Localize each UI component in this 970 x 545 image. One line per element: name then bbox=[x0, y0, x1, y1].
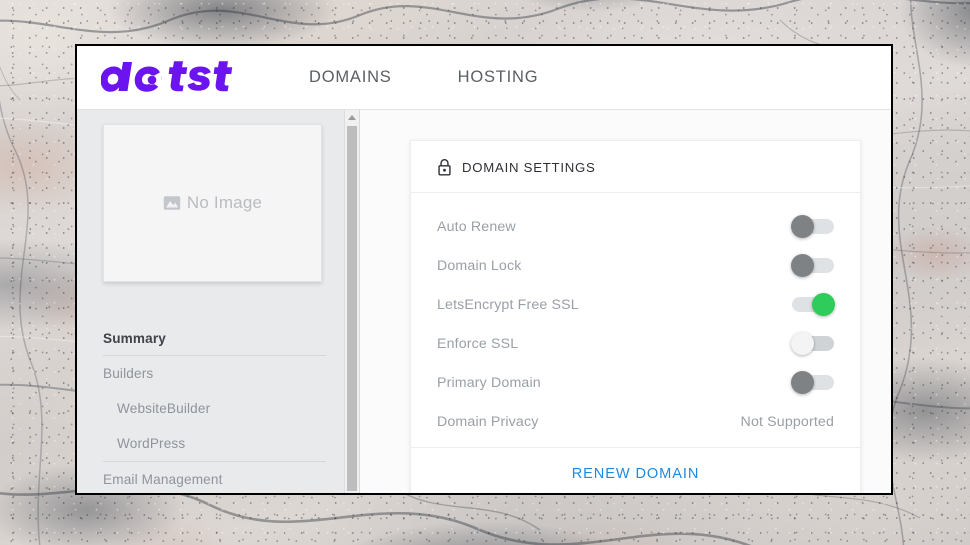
toggle-knob bbox=[791, 214, 814, 238]
main-navigation: DOMAINS HOSTING bbox=[309, 68, 604, 87]
sidebar-item-summary[interactable]: Summary bbox=[103, 329, 326, 355]
setting-row-auto-renew: Auto Renew bbox=[437, 207, 834, 246]
setting-label: LetsEncrypt Free SSL bbox=[437, 296, 579, 313]
toggle-enforce-ssl[interactable] bbox=[791, 331, 834, 355]
chevron-up-icon bbox=[348, 114, 356, 120]
setting-row-domain-privacy: Domain Privacy Not Supported bbox=[437, 402, 834, 441]
toggle-knob bbox=[791, 331, 814, 355]
browser-window: DOMAINS HOSTING No Image Summary Builder… bbox=[75, 44, 893, 495]
nav-hosting[interactable]: HOSTING bbox=[458, 68, 539, 87]
setting-row-domain-lock: Domain Lock bbox=[437, 246, 834, 285]
dotster-wordmark-icon bbox=[101, 60, 233, 92]
setting-label: Auto Renew bbox=[437, 218, 516, 235]
sidebar-menu: Summary Builders WebsiteBuilder WordPres… bbox=[103, 329, 326, 493]
setting-label: Domain Lock bbox=[437, 257, 522, 274]
sidebar-item-builders[interactable]: Builders bbox=[103, 356, 326, 391]
lock-icon bbox=[438, 158, 451, 176]
sidebar-content: No Image Summary Builders WebsiteBuilder… bbox=[77, 110, 344, 493]
dotster-logo[interactable] bbox=[101, 60, 251, 95]
toggle-domain-lock[interactable] bbox=[791, 253, 834, 277]
site-thumbnail-placeholder: No Image bbox=[103, 124, 322, 282]
site-header: DOMAINS HOSTING bbox=[77, 46, 891, 110]
setting-label: Primary Domain bbox=[437, 374, 541, 391]
workspace: No Image Summary Builders WebsiteBuilder… bbox=[77, 110, 891, 493]
setting-label: Enforce SSL bbox=[437, 335, 519, 352]
sidebar-scrollbar[interactable] bbox=[344, 110, 359, 493]
card-title: DOMAIN SETTINGS bbox=[462, 159, 596, 175]
sidebar-item-wordpress[interactable]: WordPress bbox=[103, 426, 326, 461]
main-content: DOMAIN SETTINGS Auto Renew Domain Lock L… bbox=[360, 110, 891, 493]
setting-row-enforce-ssl: Enforce SSL bbox=[437, 324, 834, 363]
sidebar: No Image Summary Builders WebsiteBuilder… bbox=[77, 110, 360, 493]
settings-list: Auto Renew Domain Lock LetsEncrypt Free … bbox=[411, 193, 860, 447]
toggle-knob bbox=[791, 253, 814, 277]
toggle-auto-renew[interactable] bbox=[791, 214, 834, 238]
card-header: DOMAIN SETTINGS bbox=[411, 141, 860, 193]
domain-privacy-status: Not Supported bbox=[740, 413, 834, 430]
renew-domain-button[interactable]: RENEW DOMAIN bbox=[572, 466, 700, 482]
setting-row-primary-domain: Primary Domain bbox=[437, 363, 834, 402]
setting-row-letsencrypt-free-ssl: LetsEncrypt Free SSL bbox=[437, 285, 835, 324]
nav-domains[interactable]: DOMAINS bbox=[309, 68, 392, 87]
card-footer: RENEW DOMAIN bbox=[411, 447, 860, 493]
toggle-knob bbox=[791, 370, 814, 394]
scrollbar-thumb[interactable] bbox=[347, 126, 357, 491]
sidebar-item-websitebuilder[interactable]: WebsiteBuilder bbox=[103, 391, 326, 426]
toggle-letsencrypt-free-ssl[interactable] bbox=[792, 292, 835, 316]
setting-label: Domain Privacy bbox=[437, 413, 539, 430]
domain-settings-card: DOMAIN SETTINGS Auto Renew Domain Lock L… bbox=[410, 140, 861, 493]
image-placeholder-icon bbox=[163, 196, 181, 210]
scrollbar-up-button[interactable] bbox=[345, 110, 359, 124]
toggle-knob bbox=[812, 292, 835, 316]
toggle-primary-domain[interactable] bbox=[791, 370, 834, 394]
thumbnail-placeholder-label: No Image bbox=[186, 193, 263, 212]
sidebar-item-email-management[interactable]: Email Management bbox=[103, 462, 326, 493]
